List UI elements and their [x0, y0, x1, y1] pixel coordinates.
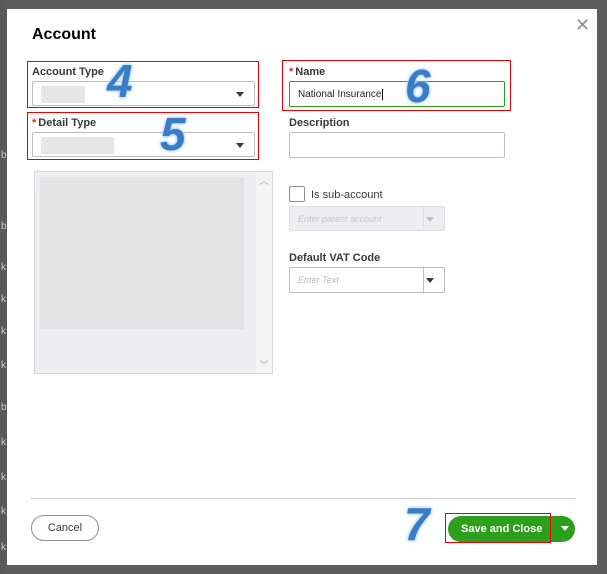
chevron-down-icon: [236, 92, 244, 97]
description-input[interactable]: [289, 132, 505, 158]
vat-code-select[interactable]: Enter Text: [289, 267, 445, 293]
parent-account-placeholder: Enter parent account: [298, 214, 382, 224]
chevron-down-icon: [236, 143, 244, 148]
highlight-box: [445, 513, 551, 543]
placeholder-block: [41, 86, 85, 103]
bg-text: k: [1, 437, 6, 448]
account-type-label: Account Type: [32, 66, 104, 78]
chevron-down-icon: [426, 278, 434, 283]
annotation-number: 4: [107, 55, 133, 107]
close-icon[interactable]: ✕: [575, 15, 590, 36]
account-dialog: Account ✕ Account Type * Detail Type ︿ ﹀ …: [7, 9, 597, 565]
cancel-button[interactable]: Cancel: [31, 515, 99, 541]
placeholder-block: [40, 177, 244, 329]
name-input[interactable]: National Insurance: [289, 81, 505, 107]
bg-text: b: [1, 402, 7, 413]
scroll-up-icon[interactable]: ︿: [256, 174, 272, 187]
chevron-down-icon: [426, 217, 434, 222]
bg-text: k: [1, 360, 6, 371]
scrollbar[interactable]: ︿ ﹀: [256, 172, 272, 373]
bg-text: b: [1, 150, 7, 161]
detail-type-select[interactable]: [32, 132, 255, 157]
account-type-select[interactable]: [32, 81, 255, 106]
save-options-dropdown[interactable]: [556, 516, 575, 542]
annotation-number: 5: [160, 108, 186, 160]
detail-type-label: Detail Type: [38, 117, 97, 129]
name-label: Name: [295, 66, 326, 78]
dialog-title: Account: [32, 26, 96, 43]
sub-account-checkbox[interactable]: [289, 186, 305, 202]
background-table: b b k k k k b k k k k: [0, 0, 7, 574]
required-marker: *: [289, 66, 294, 78]
sub-account-label: Is sub-account: [311, 189, 383, 201]
vat-code-placeholder: Enter Text: [298, 275, 339, 285]
scroll-down-icon[interactable]: ﹀: [256, 358, 272, 371]
bg-text: k: [1, 294, 6, 305]
name-value: National Insurance: [298, 89, 382, 100]
chevron-down-icon: [561, 526, 569, 531]
bg-text: k: [1, 506, 6, 517]
bg-text: b: [1, 221, 7, 232]
description-label: Description: [289, 117, 350, 129]
detail-description-panel: ︿ ﹀: [34, 171, 273, 374]
parent-account-select[interactable]: Enter parent account: [289, 206, 445, 231]
bg-text: k: [1, 472, 6, 483]
annotation-number: 7: [404, 498, 430, 550]
bg-text: k: [1, 262, 6, 273]
placeholder-block: [41, 137, 114, 154]
footer-divider: [31, 498, 575, 499]
vat-code-label: Default VAT Code: [289, 252, 381, 264]
annotation-number: 6: [405, 60, 431, 112]
bg-text: k: [1, 542, 6, 553]
required-marker: *: [32, 117, 37, 129]
bg-text: k: [1, 326, 6, 337]
